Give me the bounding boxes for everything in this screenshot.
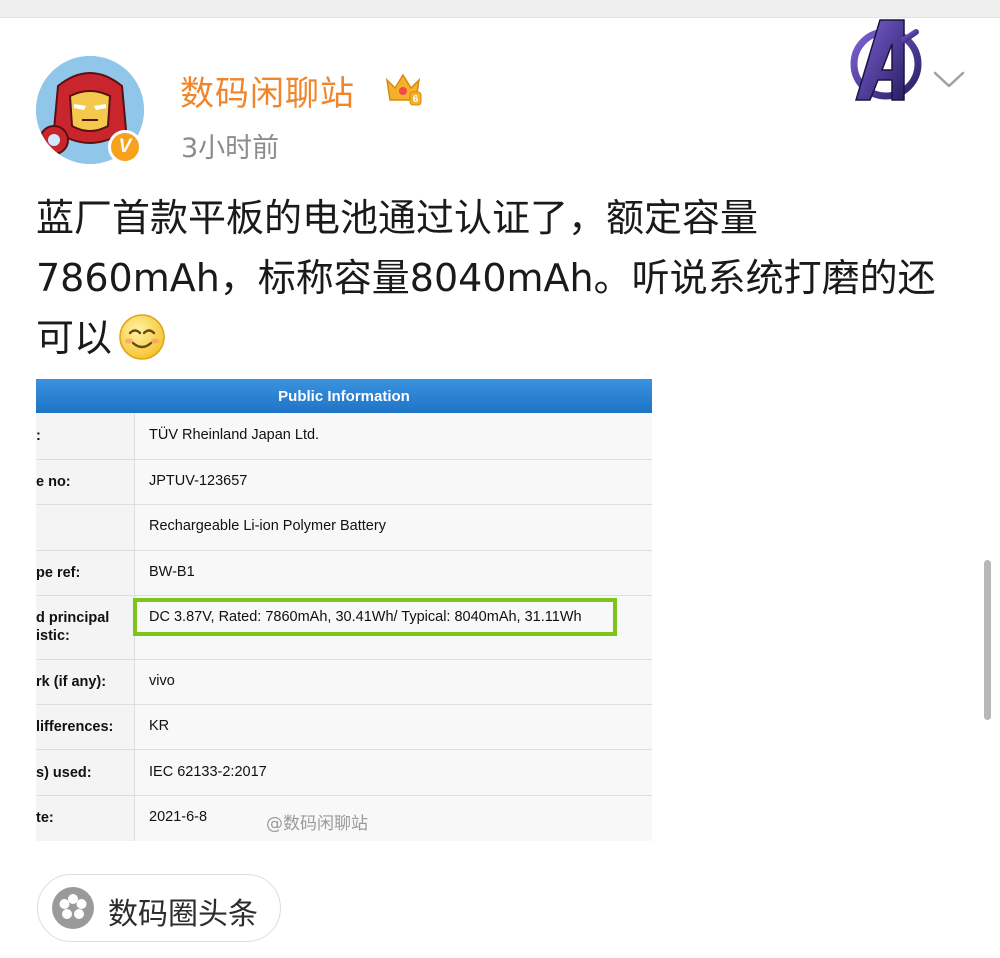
highlight-box: [133, 598, 617, 636]
cert-value-number: JPTUV-123657: [149, 473, 248, 489]
certificate-image[interactable]: Public Information : TÜV Rheinland Japan…: [36, 379, 652, 841]
avengers-logo-icon: [850, 19, 922, 101]
topic-chip[interactable]: 数码圈头条: [37, 874, 281, 942]
cert-label-differences: lifferences:: [36, 719, 114, 735]
username[interactable]: 数码闲聊站: [180, 66, 355, 115]
cert-label-number: e no:: [36, 474, 71, 490]
cert-value-type-ref: BW-B1: [149, 564, 195, 580]
row-divider: [36, 749, 652, 750]
cert-value-standards: IEC 62133-2:2017: [149, 764, 267, 780]
post-text: 蓝厂首款平板的电池通过认证了，额定容量7860mAh，标称容量8040mAh。听…: [36, 188, 966, 368]
cert-label-standards: s) used:: [36, 765, 92, 781]
scrollbar[interactable]: [984, 560, 991, 720]
row-divider: [36, 795, 652, 796]
cert-label-date: te:: [36, 810, 54, 826]
chevron-down-icon[interactable]: [932, 68, 966, 90]
row-divider: [36, 704, 652, 705]
row-divider: [36, 550, 652, 551]
post-text-content: 蓝厂首款平板的电池通过认证了，额定容量7860mAh，标称容量8040mAh。听…: [36, 196, 936, 360]
verified-badge: V: [108, 130, 142, 164]
row-divider: [36, 659, 652, 660]
row-divider: [36, 595, 652, 596]
crown-level: 6: [413, 94, 419, 105]
cert-label-issuer: :: [36, 428, 41, 444]
smile-emoji-icon: [119, 314, 165, 360]
cert-value-differences: KR: [149, 718, 170, 734]
cert-value-trademark: vivo: [149, 673, 175, 689]
crown-icon[interactable]: 6: [384, 70, 422, 108]
certificate-header: Public Information: [36, 379, 652, 413]
cert-label-type-ref: pe ref:: [36, 565, 81, 581]
cert-value-product: Rechargeable Li-ion Polymer Battery: [149, 518, 386, 534]
cert-value-issuer: TÜV Rheinland Japan Ltd.: [149, 427, 320, 443]
topic-flower-icon: [52, 887, 94, 929]
row-divider: [36, 504, 652, 505]
cert-value-date: 2021-6-8: [149, 809, 208, 825]
post-time: 3小时前: [181, 133, 280, 164]
cert-label-trademark: rk (if any):: [36, 674, 107, 690]
topic-label: 数码圈头条: [108, 897, 258, 932]
watermark: @数码闲聊站: [266, 814, 368, 834]
row-divider: [36, 459, 652, 460]
cert-label-characteristic: d principal istic:: [36, 610, 110, 644]
